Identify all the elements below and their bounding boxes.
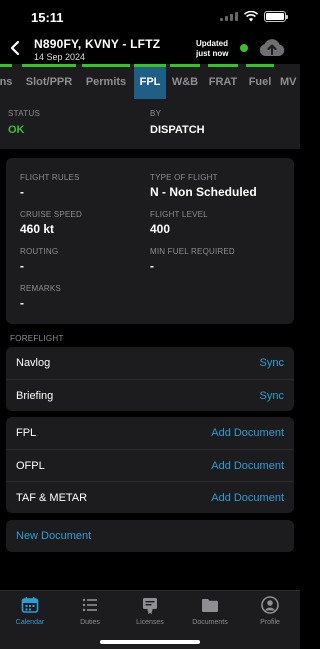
briefing-row: Briefing Sync [6,379,294,411]
nav-bar: N890FY, KVNY - LFTZ 14 Sep 2024 Updated … [0,32,300,64]
home-indicator [100,640,200,644]
updated-line-1: Updated [196,39,228,48]
tab-fpl[interactable]: FPL [134,64,166,99]
add-document-button[interactable]: Add Document [211,460,284,472]
tabbar-documents[interactable]: Documents [180,595,240,635]
tab-label: Slot/PPR [25,75,73,88]
back-button[interactable] [6,38,24,58]
by-value: DISPATCH [150,124,205,136]
tab-frat[interactable]: FRAT [206,64,240,99]
routing-label: ROUTING [20,247,59,256]
tab-wb[interactable]: W&B [168,64,202,99]
list-icon [80,595,100,615]
cloud-upload-button[interactable] [258,38,286,58]
tab-permits[interactable]: Permits [80,64,132,99]
remarks-label: REMARKS [20,284,61,293]
profile-icon [260,595,280,615]
document-label: OFPL [16,459,45,472]
cruise-speed-value: 460 kt [20,222,55,236]
status-time: 15:11 [31,10,64,25]
tabbar-label: Licenses [136,619,164,626]
new-document-button[interactable]: New Document [16,530,91,542]
by-label: BY [150,109,162,118]
document-row-taf-metar: TAF & METAR Add Document [6,481,294,513]
flight-level-label: FLIGHT LEVEL [150,210,208,219]
calendar-icon [20,595,40,615]
status-bar: 15:11 [0,0,300,32]
type-of-flight-value: N - Non Scheduled [150,185,257,199]
folder-icon [200,595,220,615]
cruise-speed-label: CRUISE SPEED [20,210,82,219]
tab-label: FRAT [208,75,238,88]
new-document-row[interactable]: New Document [6,520,294,552]
updated-status: Updated just now [196,39,228,59]
tab-label: FPL [139,75,161,88]
document-label: TAF & METAR [16,491,88,504]
tabbar-licenses[interactable]: Licenses [120,595,180,635]
tab-label: Fuel [248,75,272,88]
flight-date: 14 Sep 2024 [34,52,86,62]
cloud-upload-icon [259,39,285,56]
document-label: FPL [16,427,37,439]
tabbar-label: Documents [192,619,228,626]
min-fuel-label: MIN FUEL REQUIRED [150,247,235,256]
flight-rules-label: FLIGHT RULES [20,173,80,182]
briefing-sync-button[interactable]: Sync [260,390,284,402]
tab-ns[interactable]: ns [0,64,14,99]
section-tabs: ns Slot/PPR Permits FPL W&B FRAT Fuel MV [0,64,300,99]
add-document-button[interactable]: Add Document [211,427,284,439]
document-row-ofpl: OFPL Add Document [6,449,294,481]
tab-label: W&B [171,75,199,88]
status-value: OK [8,124,25,136]
tab-mv[interactable]: MV [280,64,300,99]
tabbar-duties[interactable]: Duties [60,595,120,635]
new-document-card[interactable]: New Document [6,520,294,552]
status-label: STATUS [8,109,41,118]
navlog-row: Navlog Sync [6,347,294,379]
tab-label: MV [280,75,297,88]
add-document-button[interactable]: Add Document [211,492,284,504]
routing-value: - [20,259,24,273]
battery-icon [264,11,288,22]
foreflight-card: Navlog Sync Briefing Sync [6,347,294,411]
status-icons [220,11,288,22]
remarks-value: - [20,296,24,310]
tabbar-label: Duties [80,619,100,626]
tab-slot-ppr[interactable]: Slot/PPR [20,64,78,99]
tab-label: ns [0,75,13,88]
flight-rules-value: - [20,185,24,199]
type-of-flight-label: TYPE OF FLIGHT [150,173,218,182]
document-row-fpl: FPL Add Document [6,417,294,449]
tabbar-calendar[interactable]: Calendar [0,595,60,635]
navlog-label: Navlog [16,357,51,369]
tabbar-label: Profile [260,619,280,626]
license-icon [140,595,160,615]
wifi-icon [244,11,258,22]
tabbar-label: Calendar [15,619,45,626]
foreflight-section-label: FOREFLIGHT [10,334,64,343]
navlog-sync-button[interactable]: Sync [260,357,284,369]
flight-details-card: FLIGHT RULES - TYPE OF FLIGHT N - Non Sc… [6,158,294,324]
status-section: STATUS OK BY DISPATCH [0,99,300,149]
tabbar-profile[interactable]: Profile [240,595,300,635]
sync-status-dot [240,44,248,52]
updated-line-2: just now [196,49,229,58]
min-fuel-value: - [150,259,154,273]
flight-level-value: 400 [150,222,171,236]
tab-fuel[interactable]: Fuel [244,64,276,99]
cellular-signal-icon [220,12,238,21]
chevron-left-icon [10,40,20,56]
briefing-label: Briefing [16,389,54,402]
documents-card: FPL Add Document OFPL Add Document TAF &… [6,417,294,513]
flight-title: N890FY, KVNY - LFTZ [34,37,161,51]
tab-label: Permits [85,75,127,88]
